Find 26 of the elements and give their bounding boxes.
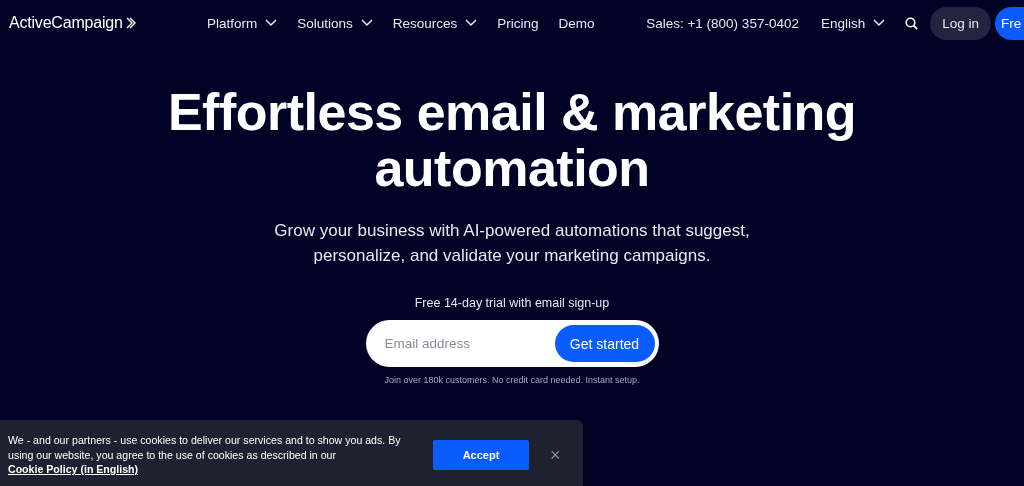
trial-text: Free 14-day trial with email sign-up — [414, 296, 610, 310]
logo[interactable]: ActiveCampaign — [9, 14, 123, 32]
cookie-policy-link[interactable]: Cookie Policy (in English) — [8, 463, 139, 476]
get-started-button[interactable]: Get started — [554, 325, 655, 362]
email-signup-field[interactable]: Email address Get started — [365, 320, 659, 367]
hero-subtitle: Grow your business with AI-powered automations that suggest, personalize, and validate your marketing campaigns. — [273, 220, 751, 267]
signup-note: Join over 180k customers. No credit card needed. Instant setup. — [384, 375, 640, 385]
free-trial-button[interactable]: Fre — [995, 6, 1024, 40]
nav-link[interactable]: Pricing — [497, 15, 539, 31]
chevron-right-icon — [125, 17, 136, 29]
nav-link[interactable]: Demo — [558, 15, 595, 31]
nav-link[interactable]: Resources — [392, 15, 478, 31]
chevron-down-icon — [873, 19, 886, 27]
chevron-down-icon — [465, 19, 478, 27]
language-selector[interactable]: English — [820, 15, 886, 31]
login-button[interactable]: Log in — [930, 6, 991, 40]
search-icon[interactable] — [905, 16, 919, 30]
sales-phone-link[interactable]: Sales: +1 (800) 357-0402 — [646, 15, 799, 31]
hero-title: Effortless email & marketing automation — [166, 84, 858, 196]
chevron-down-icon — [360, 19, 373, 27]
cookie-message: We - and our partners - use cookies to deliver our services and to show you ads. By using our website, you agree to the use of cookies as described in our Cookie Policy (in English) — [8, 433, 402, 477]
accept-button[interactable]: Accept — [433, 440, 529, 470]
chevron-down-icon — [265, 19, 278, 27]
nav-link[interactable]: Platform — [207, 15, 278, 31]
close-button[interactable]: × — [546, 444, 565, 466]
nav-link[interactable]: Solutions — [297, 15, 373, 31]
